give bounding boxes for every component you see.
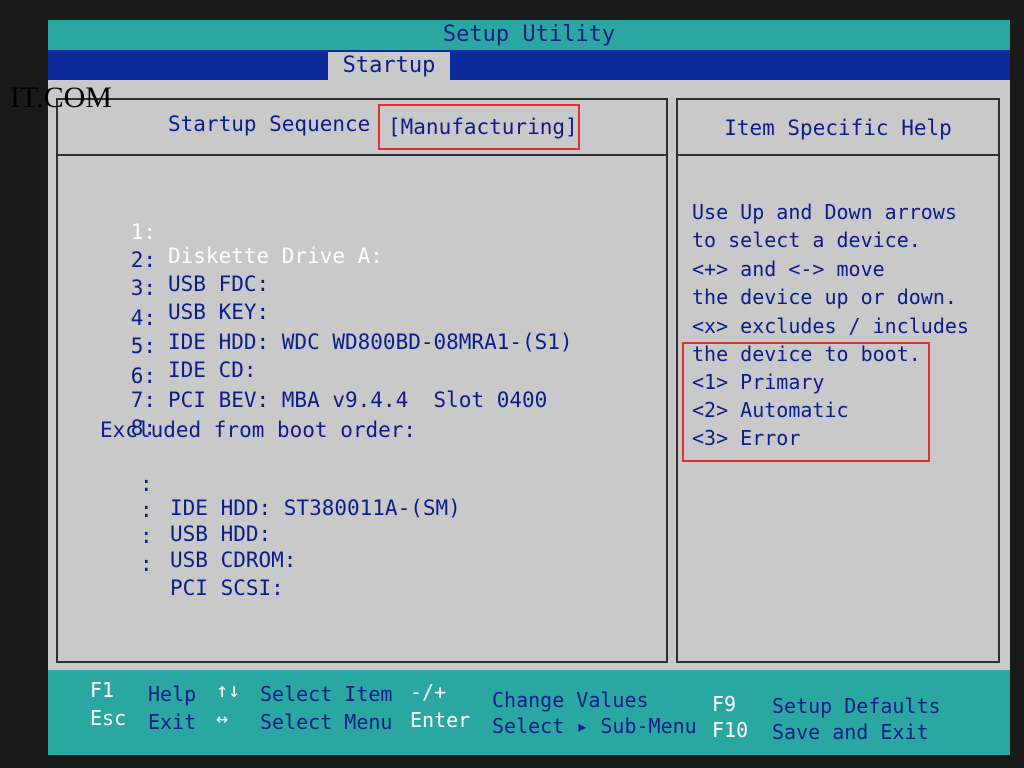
key-f1-label: Help [148, 682, 197, 706]
key-leftright-label: Select Menu [260, 710, 393, 734]
watermark-text: IT.COM [10, 81, 112, 114]
bios-screen: Setup Utility Startup Startup Sequence [… [48, 20, 1010, 755]
main-panel: Startup Sequence [Manufacturing] 1: Disk… [56, 98, 668, 663]
help-line: the device up or down. [692, 285, 957, 309]
excluded-item-device: IDE HDD: ST380011A-(SM) [170, 496, 461, 520]
excluded-item-device: USB CDROM: [170, 548, 297, 572]
boot-item-device: USB KEY: [168, 300, 270, 324]
boot-item-device: IDE CD: [168, 358, 257, 382]
help-line: Use Up and Down arrows [692, 200, 957, 224]
key-esc-label: Exit [148, 710, 197, 734]
boot-item-device: IDE HDD: WDC WD800BD-08MRA1-(S1) [168, 330, 573, 354]
key-enter: Enter [410, 708, 471, 732]
key-f10: F10 [712, 718, 749, 742]
key-enter-label: Select ▸ Sub-Menu [492, 714, 697, 738]
window-title: Setup Utility [48, 20, 1010, 50]
help-highlight-box [682, 342, 930, 462]
boot-item-device: USB FDC: [168, 272, 270, 296]
help-title: Item Specific Help [678, 100, 998, 156]
help-line: to select a device. [692, 228, 921, 252]
updown-arrows-icon: ↑↓ [216, 678, 241, 702]
help-line: <+> and <-> move [692, 257, 885, 281]
key-f1: F1 [90, 678, 115, 702]
help-panel: Item Specific Help Use Up and Down arrow… [676, 98, 1000, 663]
help-line: <x> excludes / includes [692, 314, 969, 338]
leftright-arrow-icon: ↔ [216, 706, 229, 730]
boot-order-list: 1: Diskette Drive A: 2: USB FDC: 3: USB … [58, 100, 666, 661]
key-f9: F9 [712, 692, 737, 716]
excluded-item-device: PCI SCSI: [170, 576, 284, 600]
key-esc: Esc [90, 706, 127, 730]
key-updown-label: Select Item [260, 682, 393, 706]
boot-item-device: PCI BEV: MBA v9.4.4 Slot 0400 [168, 388, 548, 412]
key-f9-label: Setup Defaults [772, 694, 941, 718]
boot-item-device: Diskette Drive A: [168, 244, 383, 268]
excluded-item-4[interactable]: : PCI SCSI: [58, 528, 284, 624]
excluded-title: Excluded from boot order: [100, 418, 417, 442]
key-minus-plus: -/+ [410, 680, 447, 704]
excluded-item-device: USB HDD: [170, 522, 272, 546]
key-minus-plus-label: Change Values [492, 688, 649, 712]
footer-keys: F1 Help Esc Exit ↑↓ Select Item ↔ Select… [48, 670, 1010, 755]
tab-startup[interactable]: Startup [328, 52, 450, 80]
key-f10-label: Save and Exit [772, 720, 929, 744]
tab-bar: Startup [48, 50, 1010, 80]
